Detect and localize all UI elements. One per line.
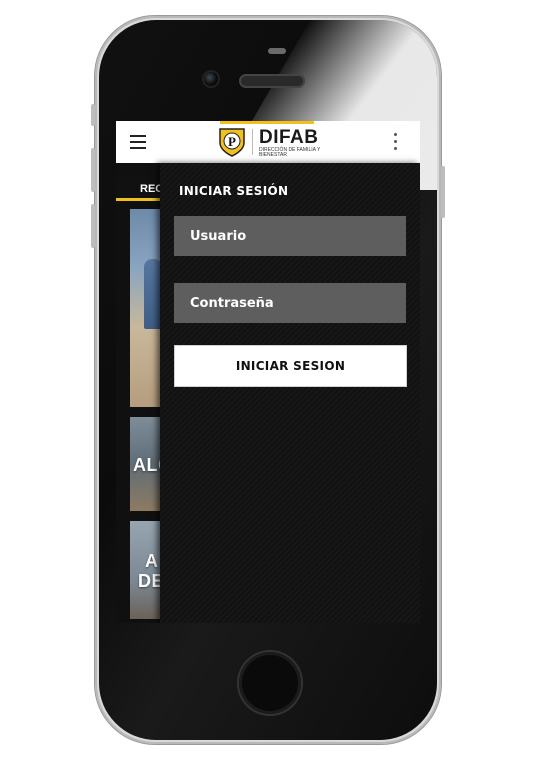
username-input[interactable]: [174, 216, 406, 256]
silent-switch: [91, 104, 95, 126]
volume-up-button: [91, 148, 95, 192]
hamburger-menu-icon[interactable]: [130, 135, 146, 149]
logo-letter: P: [228, 134, 236, 149]
app-header: P DIFAB DIRECCIÓN DE FAMILIA Y BIENESTAR: [116, 121, 420, 163]
proximity-sensor: [268, 48, 286, 54]
logo-accent-bar: [220, 121, 314, 124]
power-button: [441, 166, 445, 218]
shield-logo-icon: P: [219, 128, 245, 157]
app-screen: P DIFAB DIRECCIÓN DE FAMILIA Y BIENESTAR…: [116, 121, 420, 623]
news-card-title-line1: A: [145, 551, 159, 571]
front-camera: [204, 72, 218, 86]
more-vertical-icon[interactable]: [392, 133, 398, 153]
login-drawer: INICIAR SESIÓN INICIAR SESION: [160, 163, 420, 623]
brand-divider: [252, 129, 253, 155]
volume-down-button: [91, 204, 95, 248]
login-title: INICIAR SESIÓN: [179, 184, 289, 198]
password-input[interactable]: [174, 283, 406, 323]
home-button[interactable]: [239, 652, 301, 714]
earpiece-speaker: [239, 74, 305, 88]
brand-subtitle: DIRECCIÓN DE FAMILIA Y BIENESTAR: [259, 147, 321, 158]
login-button[interactable]: INICIAR SESION: [174, 345, 407, 387]
brand-name: DIFAB: [259, 127, 319, 148]
